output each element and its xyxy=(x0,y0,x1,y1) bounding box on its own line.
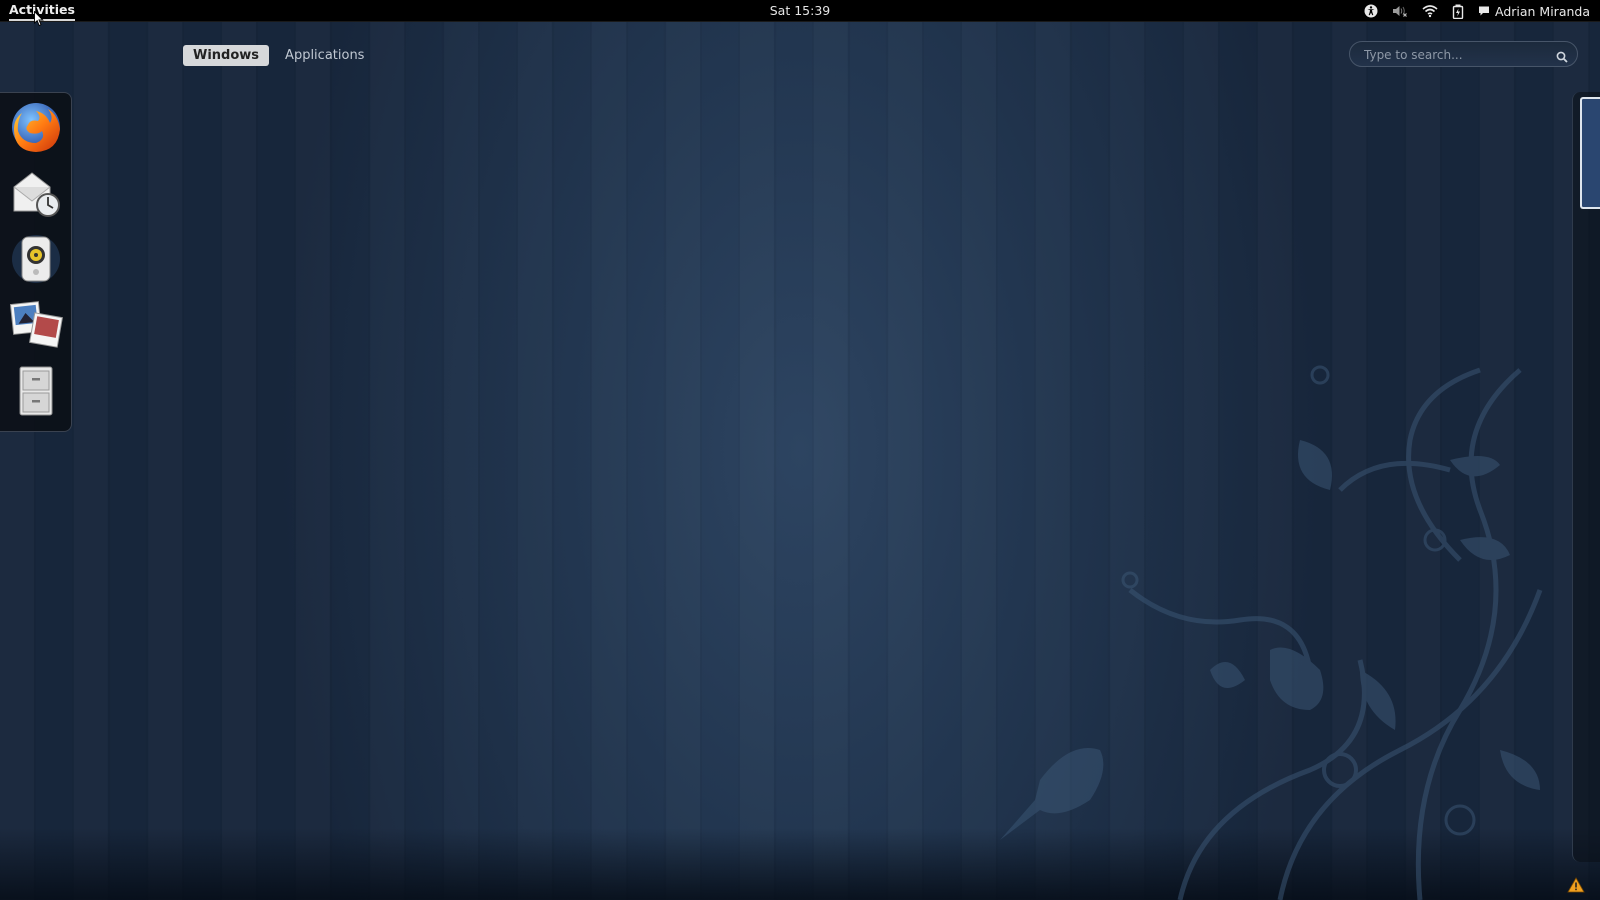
volume-muted-icon[interactable] xyxy=(1392,4,1408,18)
dash-item-evolution[interactable] xyxy=(8,165,64,221)
user-name: Adrian Miranda xyxy=(1494,3,1590,19)
search-input[interactable] xyxy=(1362,46,1556,64)
dash-item-firefox[interactable] xyxy=(8,99,64,155)
dash-item-shotwell[interactable] xyxy=(8,297,64,353)
shotwell-photos-icon xyxy=(9,301,63,348)
battery-icon[interactable] xyxy=(1452,4,1464,19)
wallpaper-decoration xyxy=(980,330,1580,900)
top-bar: Activities Sat 15:39 Adrian Miranda xyxy=(0,0,1600,22)
workspace-thumbnail[interactable] xyxy=(1580,97,1600,209)
dash-item-rhythmbox[interactable] xyxy=(8,231,64,287)
rhythmbox-icon xyxy=(12,235,60,283)
files-cabinet-icon xyxy=(19,366,53,416)
tab-windows[interactable]: Windows xyxy=(183,45,270,66)
accessibility-icon[interactable] xyxy=(1364,4,1378,18)
clock-button[interactable]: Sat 15:39 xyxy=(770,3,831,18)
user-menu[interactable]: Adrian Miranda xyxy=(1478,4,1590,19)
warning-icon[interactable] xyxy=(1567,877,1585,897)
clock-area: Sat 15:39 xyxy=(0,3,1600,18)
chat-status-icon xyxy=(1478,5,1490,17)
tab-applications[interactable]: Applications xyxy=(275,45,374,66)
status-area: Adrian Miranda xyxy=(1364,2,1590,20)
wifi-icon[interactable] xyxy=(1422,4,1438,18)
evolution-mail-icon xyxy=(13,172,60,217)
search-box[interactable] xyxy=(1349,41,1578,67)
dash-item-files[interactable] xyxy=(8,363,64,419)
search-icon xyxy=(1556,48,1568,67)
firefox-icon xyxy=(12,103,60,152)
dash xyxy=(0,92,72,432)
mouse-cursor-icon xyxy=(34,10,44,31)
view-selector: Windows Applications xyxy=(183,45,374,66)
